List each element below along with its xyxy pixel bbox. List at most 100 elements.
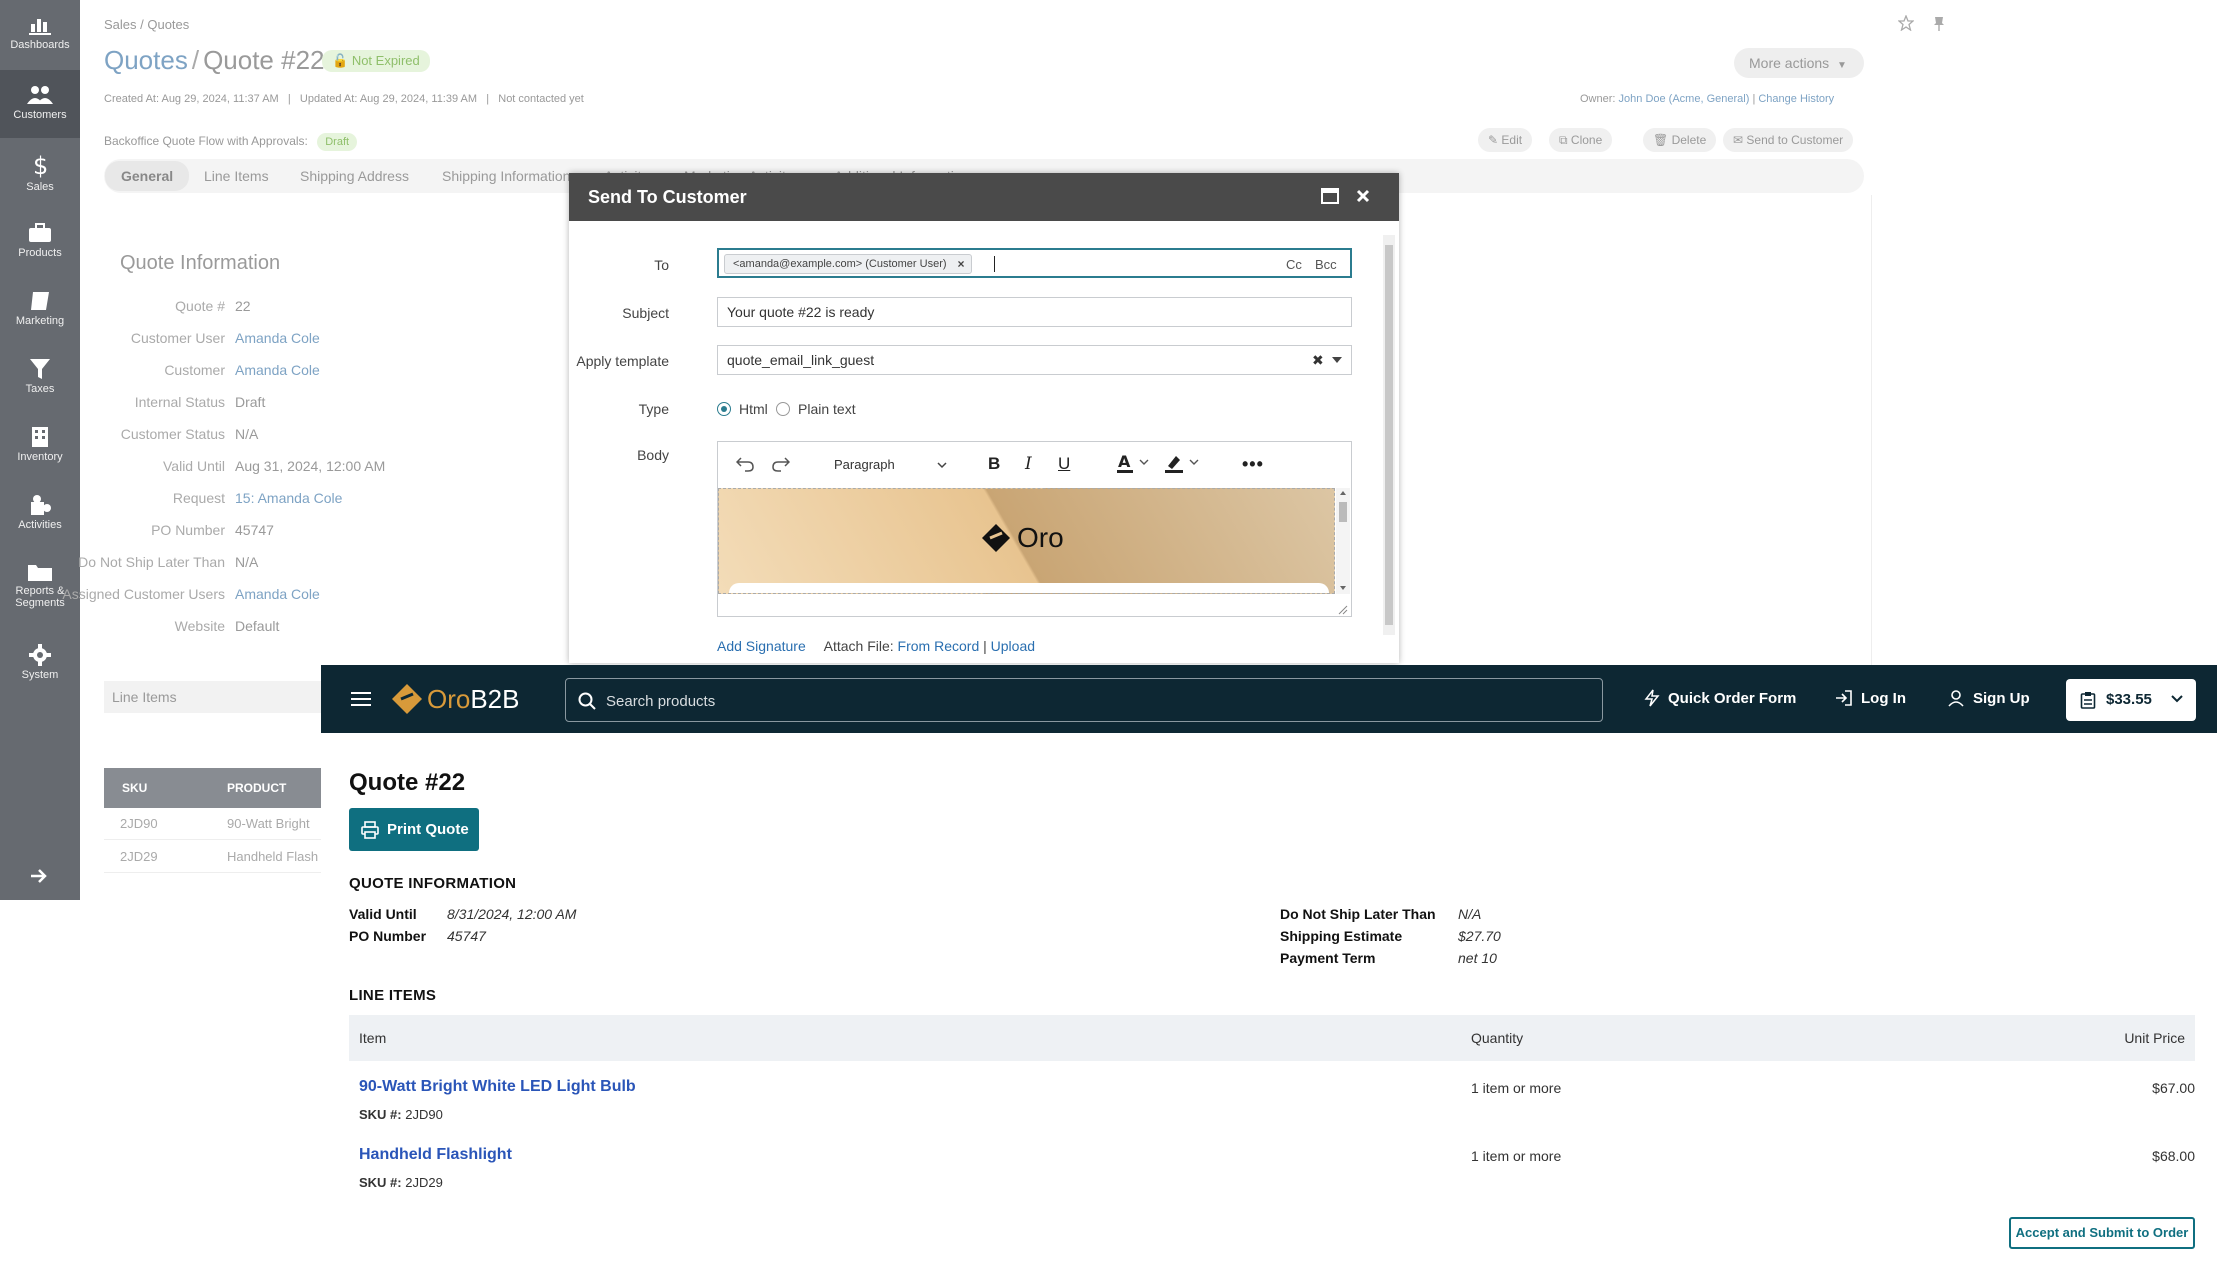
banner-wave [729,583,1329,593]
tab-general[interactable]: General [105,161,190,191]
upload-link[interactable]: Upload [991,638,1035,654]
store-logo[interactable]: Oro B2B [391,683,520,715]
more-actions-button[interactable]: More actions ▼ [1734,48,1864,78]
add-signature-link[interactable]: Add Signature [717,638,806,654]
info-value: 45747 [447,928,486,944]
info-value-link[interactable]: Amanda Cole [235,330,320,346]
owner-link[interactable]: John Doe (Acme, General) [1619,93,1750,105]
type-html-label[interactable]: Html [739,401,768,417]
delete-button[interactable]: 🗑 Delete [1643,128,1717,152]
close-icon[interactable] [1355,188,1371,209]
to-field[interactable]: <amanda@example.com> (Customer User) × C… [717,248,1352,278]
arrow-right-icon[interactable] [30,868,48,889]
cart-total: $33.55 [2106,691,2152,708]
more-options-icon[interactable]: ••• [1242,454,1264,475]
quote-title: Quote #22 [349,769,466,796]
info-value-link[interactable]: 15: Amanda Cole [235,490,342,506]
search-input[interactable]: Search products [565,678,1603,722]
workflow-label: Backoffice Quote Flow with Approvals: [104,134,308,148]
info-label: PO Number [151,522,225,538]
italic-icon[interactable]: I [1025,454,1032,474]
print-quote-button[interactable]: Print Quote [349,808,479,851]
recipient-label: <amanda@example.com> (Customer User) [733,258,947,270]
nav-customers[interactable]: Customers [0,70,80,138]
print-quote-label: Print Quote [387,821,469,838]
bcc-toggle[interactable]: Bcc [1315,258,1337,272]
table-cell-product: 90-Watt Bright [227,816,310,831]
user-icon [1948,690,1964,707]
send-to-customer-dialog: Send To Customer To <amanda@example.com>… [569,173,1399,663]
product-link[interactable]: 90-Watt Bright White LED Light Bulb [359,1078,636,1096]
created-updated-info: Created At: Aug 29, 2024, 11:37 AM | Upd… [104,93,584,105]
tab-line-items[interactable]: Line Items [204,168,269,184]
product-sku: SKU #: 2JD90 [359,1107,443,1122]
text-color-icon[interactable]: A [1116,452,1150,479]
menu-icon[interactable] [351,691,371,712]
column-header-sku[interactable]: SKU [122,781,147,795]
from-record-link[interactable]: From Record [898,638,980,654]
breadcrumb[interactable]: Sales / Quotes [104,17,189,32]
template-select[interactable]: quote_email_link_guest ✖ [717,345,1352,375]
log-in-label: Log In [1861,689,1906,707]
clone-button[interactable]: ⧉ Clone [1549,128,1613,152]
attach-separator: | [983,638,987,654]
pin-icon[interactable] [1933,16,1945,37]
redo-icon[interactable] [772,455,791,478]
editor-scrollbar[interactable] [1336,488,1350,594]
template-value: quote_email_link_guest [727,352,875,368]
status-label: Not Expired [351,53,420,68]
subject-field[interactable]: Your quote #22 is ready [717,297,1352,327]
body-editor[interactable]: Paragraph B I U A ••• Oro [717,441,1352,617]
tab-shipping-address[interactable]: Shipping Address [300,168,409,184]
unlock-icon: 🔓 [332,53,349,68]
accept-and-submit-button[interactable]: Accept and Submit to Order [2009,1217,2195,1249]
info-value: 8/31/2024, 12:00 AM [447,906,577,922]
subject-label: Subject [622,305,669,321]
send-to-customer-button[interactable]: ✉ Send to Customer [1723,128,1854,152]
tab-shipping-information[interactable]: Shipping Information [442,168,570,184]
maximize-icon[interactable] [1321,188,1339,209]
change-history-link[interactable]: Change History [1758,93,1834,105]
cc-toggle[interactable]: Cc [1286,258,1302,272]
star-icon[interactable] [1897,14,1915,36]
quotes-link[interactable]: Quotes [104,45,188,75]
type-plain-label[interactable]: Plain text [798,401,856,417]
info-value-link[interactable]: Amanda Cole [235,586,320,602]
type-html-radio[interactable] [717,402,731,416]
info-value-link[interactable]: Amanda Cole [235,362,320,378]
attachments-row: Add Signature Attach File: From Record |… [717,638,1035,654]
nav-sales[interactable]: $ Sales [0,140,80,208]
paragraph-format-select[interactable]: Paragraph [826,453,956,477]
chevron-down-icon[interactable] [1332,357,1342,363]
undo-icon[interactable] [735,455,754,478]
type-plain-radio[interactable] [776,402,790,416]
log-in-link[interactable]: Log In [1835,689,1906,707]
dialog-scrollbar[interactable] [1383,235,1395,635]
paragraph-format-value: Paragraph [834,457,895,472]
underline-icon[interactable]: U [1058,454,1070,474]
table-cell-sku: 2JD90 [120,816,158,831]
gear-icon [29,644,51,666]
highlight-icon[interactable] [1164,452,1200,479]
edit-button[interactable]: ✎ Edit [1478,128,1533,152]
column-header-product[interactable]: PRODUCT [227,781,286,795]
quick-order-form-link[interactable]: Quick Order Form [1644,689,1796,707]
edit-label: Edit [1501,133,1523,147]
nav-dashboards[interactable]: Dashboards [0,0,80,68]
nav-system[interactable]: System [0,630,80,698]
chevron-down-icon [2171,695,2183,703]
quote-information-heading: QUOTE INFORMATION [349,875,517,892]
resize-handle-icon[interactable] [1338,602,1348,620]
send-label: Send to Customer [1746,133,1844,147]
bold-icon[interactable]: B [988,454,1000,474]
product-link[interactable]: Handheld Flashlight [359,1146,512,1164]
shopping-list-button[interactable]: $33.55 [2066,679,2196,721]
clear-icon[interactable]: ✖ [1312,346,1324,374]
remove-recipient-icon[interactable]: × [958,255,965,273]
nav-products[interactable]: Products [0,208,80,276]
more-actions-label: More actions [1749,55,1830,71]
info-label: Valid Until [349,906,417,922]
sign-up-link[interactable]: Sign Up [1947,689,2030,707]
recipient-chip[interactable]: <amanda@example.com> (Customer User) × [724,254,972,274]
info-value: N/A [1458,906,1482,922]
